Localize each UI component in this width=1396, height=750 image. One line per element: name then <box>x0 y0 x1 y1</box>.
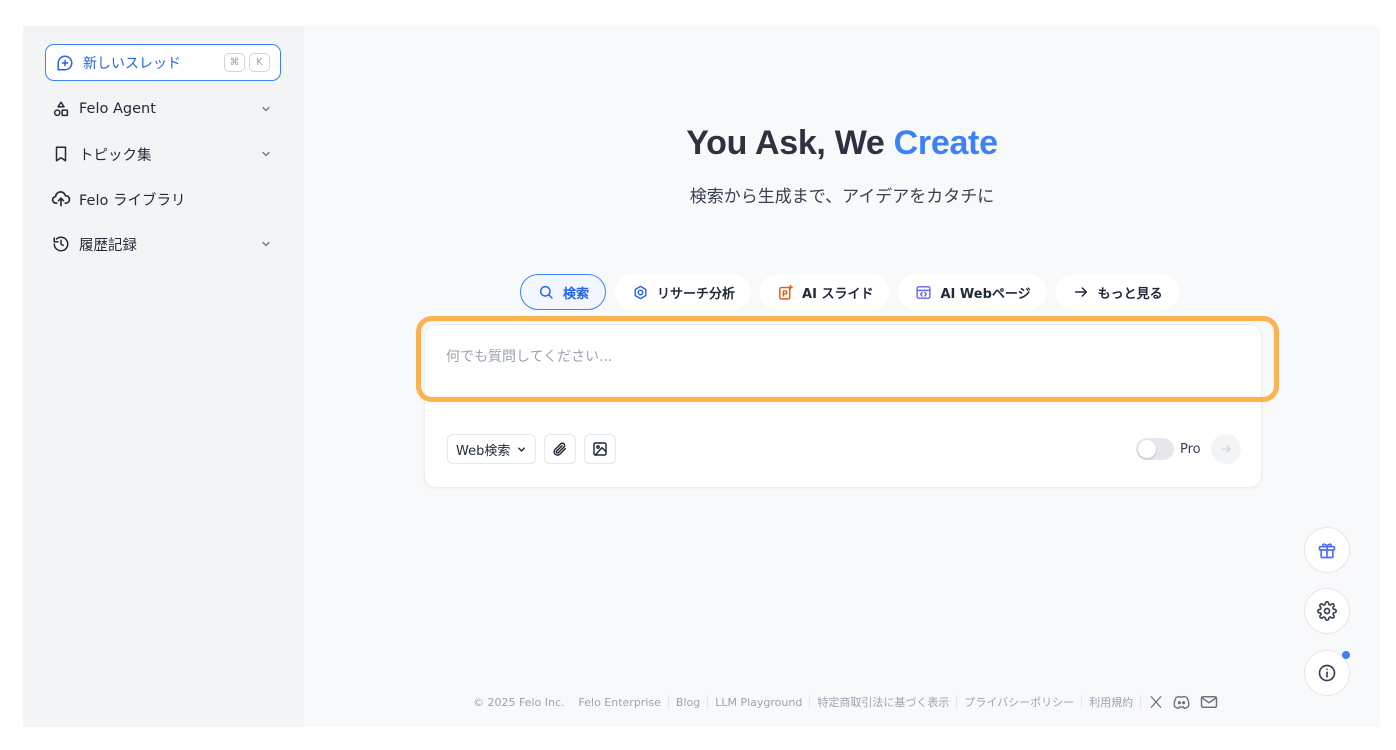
attach-file-button[interactable] <box>544 434 577 464</box>
web-page-icon <box>914 283 932 301</box>
mode-tab-research[interactable]: リサーチ分析 <box>615 274 752 310</box>
pro-controls: Pro <box>1136 434 1241 464</box>
source-select-value: Web検索 <box>456 443 511 459</box>
mode-tab-label: リサーチ分析 <box>657 286 736 302</box>
x-icon[interactable] <box>1149 695 1163 709</box>
mode-tab-more[interactable]: もっと見る <box>1055 274 1179 310</box>
footer-social-links <box>1141 695 1218 709</box>
image-icon <box>592 441 608 457</box>
discord-icon[interactable] <box>1173 695 1190 709</box>
pro-toggle[interactable] <box>1136 438 1174 460</box>
mode-tab-ai-webpage[interactable]: AI Webページ <box>898 274 1047 310</box>
mode-tab-search[interactable]: 検索 <box>520 274 607 310</box>
chevron-down-icon[interactable] <box>259 237 273 251</box>
sidebar-item-label: 履歴記録 <box>79 237 137 254</box>
attach-image-button[interactable] <box>584 434 617 464</box>
new-thread-label: 新しいスレッド <box>83 55 181 72</box>
sidebar-item-label: Felo ライブラリ <box>79 192 186 209</box>
new-thread-button[interactable]: 新しいスレッド ⌘ K <box>45 44 281 81</box>
sidebar: 新しいスレッド ⌘ K Felo Agent トピック集 Felo ライブラリ … <box>23 26 304 727</box>
sidebar-item-label: トピック集 <box>79 147 152 164</box>
agent-shapes-icon <box>51 99 71 119</box>
sidebar-item-label: Felo Agent <box>79 101 156 117</box>
notification-dot <box>1342 651 1350 659</box>
footer-link-llm-playground[interactable]: LLM Playground <box>708 696 809 709</box>
sidebar-item-history[interactable]: 履歴記録 <box>51 229 273 259</box>
gift-button[interactable] <box>1304 527 1350 573</box>
footer: © 2025 Felo Inc. Felo Enterprise Blog LL… <box>466 694 1218 710</box>
footer-link-enterprise[interactable]: Felo Enterprise <box>572 696 668 709</box>
history-icon <box>51 234 71 254</box>
hero-title-prefix: You Ask, We <box>686 124 894 162</box>
arrow-right-icon <box>1072 283 1090 301</box>
research-icon <box>631 283 649 301</box>
sidebar-item-topics[interactable]: トピック集 <box>51 139 273 169</box>
cloud-upload-icon <box>51 189 71 209</box>
search-toolbar: Web検索 <box>447 434 617 464</box>
footer-link-blog[interactable]: Blog <box>669 696 707 709</box>
search-input[interactable] <box>446 344 1226 370</box>
hero-subtitle: 検索から生成まで、アイデアをカタチに <box>689 187 995 207</box>
gear-icon <box>1317 601 1337 621</box>
source-select[interactable]: Web検索 <box>447 434 537 464</box>
chevron-down-icon[interactable] <box>259 102 273 116</box>
send-button[interactable] <box>1210 434 1241 464</box>
hero-title-accent: Create <box>893 124 998 162</box>
slides-icon <box>776 283 794 301</box>
chevron-down-icon[interactable] <box>259 147 273 161</box>
shortcut-k-key: K <box>249 53 270 72</box>
chevron-down-icon <box>516 444 527 455</box>
mail-icon[interactable] <box>1200 695 1218 709</box>
paperclip-icon <box>552 441 568 457</box>
sidebar-item-felo-agent[interactable]: Felo Agent <box>51 94 273 124</box>
footer-link-legal-notice[interactable]: 特定商取引法に基づく表示 <box>810 694 956 710</box>
footer-link-terms[interactable]: 利用規約 <box>1082 694 1140 710</box>
app-window: 新しいスレッド ⌘ K Felo Agent トピック集 Felo ライブラリ … <box>23 26 1380 727</box>
bookmark-icon <box>51 144 71 164</box>
shortcut-cmd-key: ⌘ <box>224 53 245 72</box>
new-chat-icon <box>56 54 74 72</box>
pro-label: Pro <box>1180 441 1201 457</box>
gift-icon <box>1317 540 1337 560</box>
mode-tab-label: もっと見る <box>1097 286 1163 302</box>
mode-tabs: 検索 リサーチ分析 AI スライド AI Webページ もっと見る <box>520 274 1179 310</box>
mode-tab-label: AI スライド <box>802 286 874 302</box>
search-icon <box>537 283 555 301</box>
mode-tab-label: 検索 <box>563 286 590 302</box>
arrow-right-icon <box>1220 443 1232 455</box>
hero-title: You Ask, We Create <box>304 124 1380 163</box>
footer-copyright: © 2025 Felo Inc. <box>473 695 565 709</box>
sidebar-item-library[interactable]: Felo ライブラリ <box>51 184 273 214</box>
mode-tab-label: AI Webページ <box>940 286 1031 302</box>
info-icon <box>1317 663 1337 683</box>
mode-tab-ai-slides[interactable]: AI スライド <box>760 274 890 310</box>
footer-link-privacy[interactable]: プライバシーポリシー <box>957 694 1081 710</box>
settings-button[interactable] <box>1304 588 1350 634</box>
